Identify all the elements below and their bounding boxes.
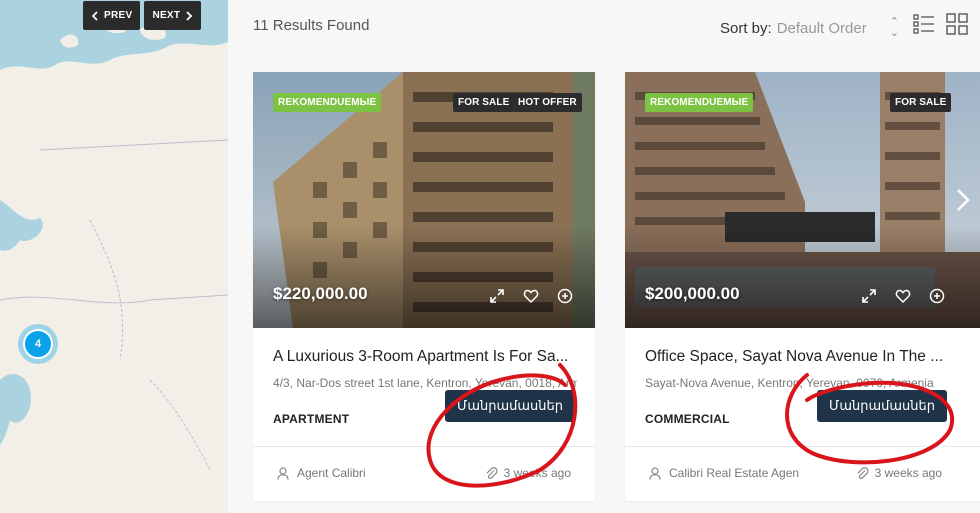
listing-card[interactable]: REKOMENDUEMЫE FOR SALE HOT OFFER $220,00…	[253, 72, 595, 501]
sort-value: Default Order	[776, 19, 867, 37]
results-count: 11 Results Found	[253, 17, 370, 34]
slider-next-icon[interactable]	[954, 187, 972, 213]
listing-price: $220,000.00	[273, 284, 368, 303]
listing-agent[interactable]: Calibri Real Estate Agen	[649, 466, 799, 480]
expand-icon[interactable]	[487, 286, 507, 306]
favorite-icon[interactable]	[521, 286, 541, 306]
agent-name: Calibri Real Estate Agen	[669, 466, 800, 480]
user-icon	[277, 466, 289, 480]
listing-date: 3 weeks ago	[856, 466, 942, 480]
sort-dropdown[interactable]: Sort by: Default Order ⌃ ⌄	[720, 17, 899, 39]
map-marker-cluster[interactable]: 4	[18, 324, 58, 364]
map-next-label: NEXT	[152, 10, 181, 21]
grid-view-icon[interactable]	[946, 13, 968, 35]
listing-address: 4/3, Nar-Dos street 1st lane, Kentron, Y…	[273, 376, 577, 390]
chevron-left-icon	[91, 10, 98, 21]
cluster-count: 4	[23, 329, 53, 359]
paperclip-icon	[857, 466, 869, 479]
list-view-icon[interactable]	[913, 13, 935, 35]
divider	[625, 446, 980, 447]
map-pagination: PREV NEXT	[83, 1, 202, 30]
status-badge: FOR SALE	[453, 93, 515, 112]
date-text: 3 weeks ago	[503, 466, 571, 480]
map-prev-label: PREV	[104, 10, 133, 21]
listing-photo[interactable]: REKOMENDUEMЫE FOR SALE $200,000.00	[625, 72, 980, 328]
compare-icon[interactable]	[927, 286, 947, 306]
user-icon	[649, 466, 661, 480]
status-badge: HOT OFFER	[513, 93, 582, 112]
listing-date: 3 weeks ago	[485, 466, 571, 480]
map-prev-button[interactable]: PREV	[83, 1, 141, 30]
listing-photo[interactable]: REKOMENDUEMЫE FOR SALE HOT OFFER $220,00…	[253, 72, 595, 328]
divider	[253, 446, 595, 447]
agent-name: Agent Calibri	[297, 466, 366, 480]
expand-icon[interactable]	[859, 286, 879, 306]
featured-badge: REKOMENDUEMЫE	[273, 93, 382, 112]
chevron-right-icon	[186, 10, 193, 21]
sort-label: Sort by:	[720, 19, 772, 37]
map-next-button[interactable]: NEXT	[144, 1, 202, 30]
listing-agent[interactable]: Agent Calibri	[277, 466, 366, 480]
featured-badge: REKOMENDUEMЫE	[645, 93, 754, 112]
details-button[interactable]: Մանրամասներ	[817, 390, 947, 422]
compare-icon[interactable]	[555, 286, 575, 306]
listing-title[interactable]: Office Space, Sayat Nova Avenue In The .…	[645, 348, 949, 366]
favorite-icon[interactable]	[893, 286, 913, 306]
sort-arrows-icon: ⌃ ⌄	[889, 16, 899, 39]
listing-address: Sayat-Nova Avenue, Kentron, Yerevan, 007…	[645, 376, 934, 390]
date-text: 3 weeks ago	[874, 466, 942, 480]
listing-category[interactable]: APARTMENT	[273, 412, 349, 426]
details-button[interactable]: Մանրամասներ	[445, 390, 575, 422]
status-badge: FOR SALE	[890, 93, 952, 112]
listing-tools	[859, 286, 947, 306]
map-panel[interactable]: PREV NEXT 4	[0, 0, 228, 513]
paperclip-icon	[486, 466, 498, 479]
listing-card[interactable]: REKOMENDUEMЫE FOR SALE $200,000.00 Offic…	[625, 72, 980, 501]
listing-tools	[487, 286, 575, 306]
listing-price: $200,000.00	[645, 284, 740, 303]
listing-title[interactable]: A Luxurious 3-Room Apartment Is For Sa..…	[273, 348, 577, 366]
map-land	[0, 17, 228, 513]
listing-category[interactable]: COMMERCIAL	[645, 412, 730, 426]
